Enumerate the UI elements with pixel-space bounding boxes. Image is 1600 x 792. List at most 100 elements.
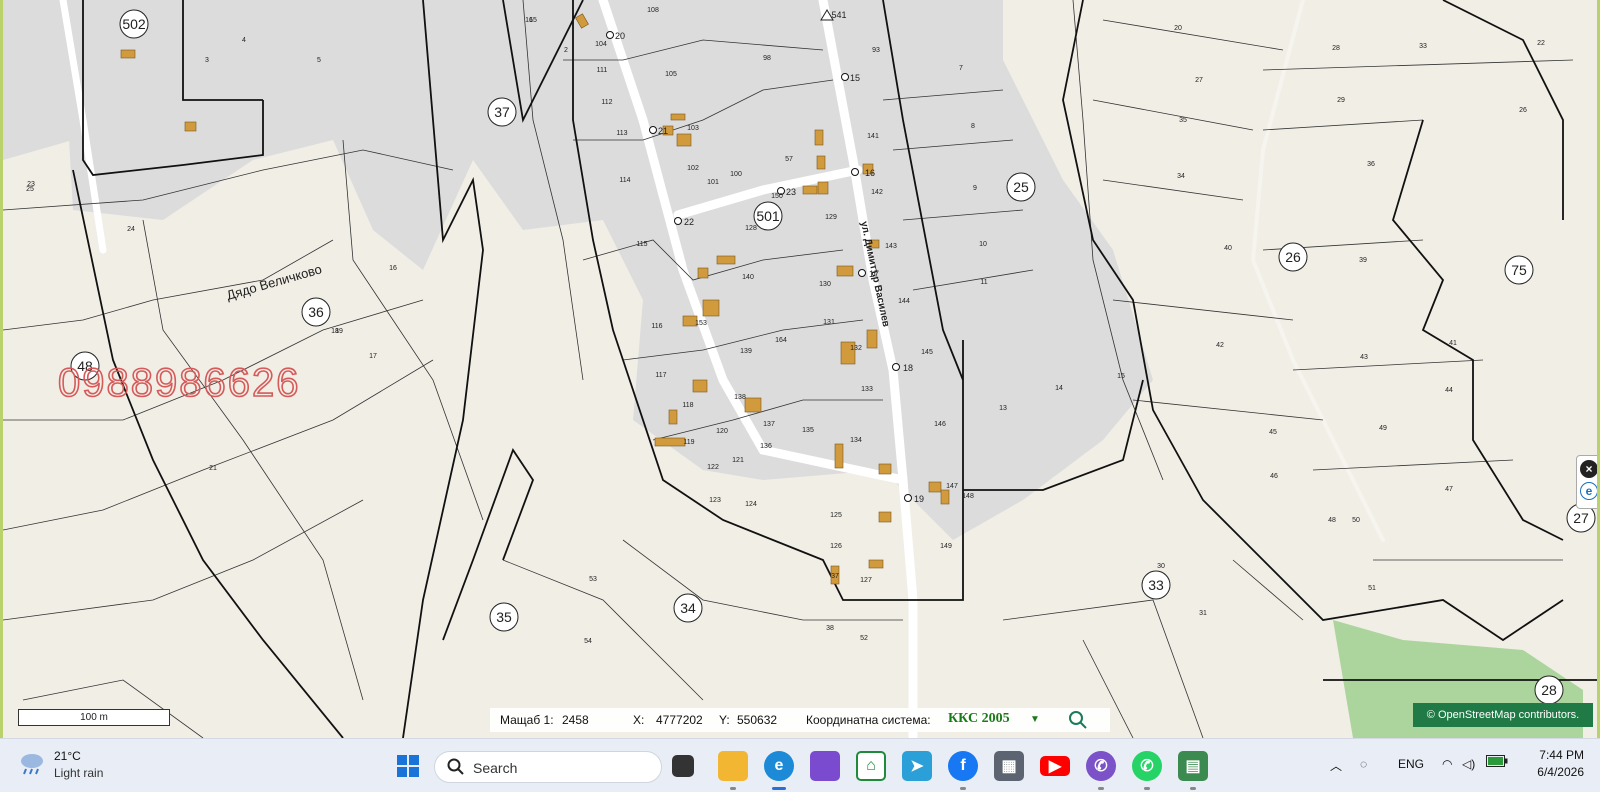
taskbar-search[interactable]: Search — [434, 751, 662, 783]
parcel-label: 11 — [980, 279, 987, 286]
parcel-label: 136 — [760, 443, 772, 450]
osm-attribution[interactable]: © OpenStreetMap contributors. — [1413, 703, 1593, 727]
parcel-label: 119 — [683, 439, 694, 446]
wifi-icon[interactable]: ◠ — [1442, 757, 1452, 771]
file-explorer-icon[interactable] — [718, 751, 748, 781]
clock[interactable]: 7:44 PM 6/4/2026 — [1514, 747, 1584, 781]
chevron-down-icon[interactable]: ▼ — [1030, 714, 1040, 725]
parcel-label: 108 — [647, 7, 659, 14]
zone-label: 502 — [122, 16, 146, 32]
point-label: 23 — [786, 187, 796, 197]
close-icon[interactable]: × — [1580, 460, 1597, 478]
parcel-label: 17 — [369, 353, 377, 360]
home-app-icon[interactable]: ⌂ — [856, 751, 886, 781]
parcel-label: 30 — [1157, 563, 1165, 570]
parcel-label: 131 — [823, 319, 835, 326]
parcel-label: 48 — [1328, 517, 1336, 524]
parcel-label: 28 — [1332, 45, 1340, 52]
parcel-label: 105 — [665, 71, 677, 78]
parcel-label: 101 — [707, 179, 719, 186]
parcel-label: 113 — [616, 130, 627, 137]
parcel-label: 148 — [962, 493, 974, 500]
parcel-label: 137 — [763, 421, 775, 428]
parcel-label: 145 — [921, 349, 933, 356]
chevron-up-icon[interactable]: ︿ — [1330, 757, 1342, 774]
parcel-label: 52 — [860, 635, 868, 642]
parcel-label: 139 — [740, 348, 752, 355]
parcel-label: 31 — [1199, 610, 1207, 617]
parcel-label: 51 — [1368, 585, 1376, 592]
weather-temp: 21°C — [54, 749, 81, 763]
parcel-label: 57 — [785, 156, 793, 163]
crs-label: Координатна система: — [806, 713, 931, 727]
facebook-icon[interactable]: f — [948, 751, 978, 781]
parcel-label: 126 — [830, 543, 842, 550]
parcel-label: 39 — [1359, 257, 1367, 264]
zone-label: 34 — [680, 600, 696, 616]
edge-icon[interactable]: e — [764, 751, 794, 781]
parcel-label: 140 — [742, 274, 754, 281]
task-view-icon[interactable] — [672, 755, 694, 777]
parcel-label: 120 — [716, 428, 728, 435]
scale-bar: 100 m — [18, 709, 170, 726]
point-label: 541 — [831, 10, 846, 20]
e-button[interactable]: e — [1580, 482, 1597, 500]
clock-time: 7:44 PM — [1539, 748, 1584, 762]
language-indicator[interactable]: ENG — [1398, 757, 1424, 771]
whatsapp-icon[interactable]: ✆ — [1132, 751, 1162, 781]
parcel-label: 111 — [597, 67, 608, 74]
side-controls: × e — [1576, 455, 1597, 509]
parcel-label: 9 — [973, 185, 977, 192]
youtube-icon[interactable]: ▶ — [1040, 756, 1070, 776]
search-icon — [447, 758, 464, 775]
cadastral-map[interactable]: 502 37 25 501 26 75 36 48 35 34 33 27 28 1 2 3 4 5 108 98 1… — [0, 0, 1600, 738]
parcel-label: 35 — [1179, 117, 1187, 124]
parcel-label: 20 — [1174, 25, 1182, 32]
built-area — [3, 0, 1153, 540]
parcel-label: 127 — [860, 577, 872, 584]
parcel-label: 43 — [1360, 354, 1368, 361]
parcel-label: 24 — [127, 226, 135, 233]
parcel-label: 10 — [979, 241, 987, 248]
parcel-label: 135 — [802, 427, 814, 434]
map-canvas[interactable]: 5023725501267536483534332728 12345108981… — [3, 0, 1600, 738]
battery-icon[interactable] — [1486, 755, 1508, 770]
parcel-label: 142 — [871, 189, 883, 196]
point-label: 22 — [684, 217, 694, 227]
parcel-label: 41 — [1449, 340, 1457, 347]
parcel-label: 5 — [317, 57, 321, 64]
spreadsheet-app-icon[interactable]: ▤ — [1178, 751, 1208, 781]
calculator-icon[interactable]: ▦ — [994, 751, 1024, 781]
zone-label: 37 — [494, 104, 510, 120]
start-icon[interactable] — [393, 751, 423, 781]
viber-icon[interactable]: ✆ — [1086, 751, 1116, 781]
parcel-label: 22 — [1537, 40, 1545, 47]
parcel-label: 93 — [872, 47, 880, 54]
notification-icon[interactable]: ◌ — [1360, 757, 1367, 771]
parcel-label: 45 — [1269, 429, 1277, 436]
store-icon[interactable] — [810, 751, 840, 781]
point-label: 19 — [914, 494, 924, 504]
point-label: 21 — [658, 126, 668, 136]
parcel-label: 121 — [732, 457, 744, 464]
parcel-label: 42 — [1216, 342, 1224, 349]
weather-widget[interactable]: 21°C Light rain — [18, 749, 138, 783]
parcel-label: 3 — [205, 57, 209, 64]
x-value: 4777202 — [656, 713, 703, 727]
parcel-label: 34 — [1177, 173, 1185, 180]
point-label: 18 — [903, 363, 913, 373]
telegram-icon[interactable]: ➤ — [902, 751, 932, 781]
parcel-label: 29 — [1337, 97, 1345, 104]
search-placeholder: Search — [473, 760, 518, 776]
zone-label: 75 — [1511, 262, 1527, 278]
parcel-label: 149 — [940, 543, 952, 550]
volume-icon[interactable]: ◁) — [1462, 757, 1475, 771]
parcel-label: 49 — [1379, 425, 1387, 432]
attribution-text: OpenStreetMap contributors. — [1437, 709, 1580, 721]
watermark-phone: 0988986626 — [58, 361, 300, 405]
crs-select[interactable]: ККС 2005 — [948, 711, 1010, 727]
x-label: X: — [633, 713, 645, 727]
parcel-label: 2 — [564, 47, 568, 54]
parcel-label: 124 — [745, 501, 757, 508]
parcel-label: 150 — [771, 193, 783, 200]
